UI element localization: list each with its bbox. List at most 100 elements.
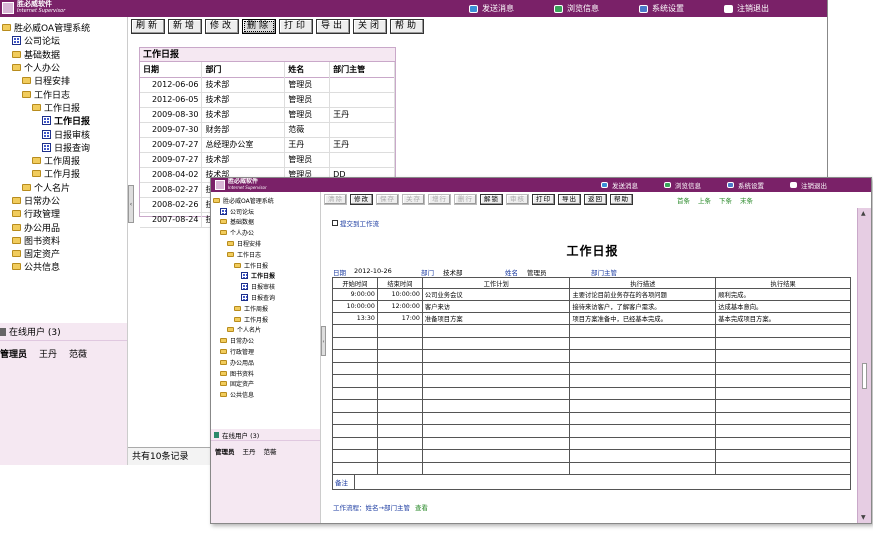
toolbar-button-2[interactable]: 修改: [205, 19, 239, 34]
toolbar-button-1[interactable]: 修改: [350, 194, 373, 205]
table-cell[interactable]: [421, 449, 571, 463]
table-cell[interactable]: 9:00:00: [332, 288, 378, 301]
table-cell[interactable]: [332, 361, 378, 375]
table-cell[interactable]: [332, 386, 378, 400]
table-cell[interactable]: 10:00:00: [332, 300, 378, 313]
nav-item[interactable]: 工作日报: [211, 260, 320, 271]
nav-item[interactable]: 公共信息: [0, 260, 127, 273]
table-row-empty[interactable]: [332, 336, 851, 350]
table-row-empty[interactable]: [332, 324, 851, 338]
table-cell[interactable]: [569, 436, 717, 450]
table-cell[interactable]: [569, 374, 717, 388]
table-cell[interactable]: [332, 399, 378, 413]
nav-item[interactable]: 日程安排: [0, 74, 127, 87]
table-cell[interactable]: [421, 411, 571, 425]
toolbar-button-6[interactable]: 解锁: [480, 194, 503, 205]
table-cell[interactable]: [332, 336, 378, 350]
nav-link-3[interactable]: 末条: [740, 195, 753, 205]
toolbar-button-8[interactable]: 打印: [532, 194, 555, 205]
table-cell[interactable]: [376, 386, 423, 400]
table-cell[interactable]: 基本完成项目方案。: [715, 312, 851, 325]
nav-item[interactable]: 日报审核: [0, 127, 127, 141]
table-cell[interactable]: [421, 361, 571, 375]
table-cell[interactable]: [376, 436, 423, 450]
table-cell[interactable]: [715, 449, 851, 463]
table-cell[interactable]: [715, 349, 851, 363]
nav-item[interactable]: 日程安排: [211, 238, 320, 249]
nav-item[interactable]: 工作周报: [211, 303, 320, 314]
table-row-empty[interactable]: [332, 449, 851, 463]
nav-item[interactable]: 办公用品: [211, 357, 320, 368]
table-cell[interactable]: [421, 374, 571, 388]
table-cell[interactable]: 12:00:00: [376, 300, 423, 313]
table-cell[interactable]: [376, 411, 423, 425]
table-cell[interactable]: [421, 336, 571, 350]
table-row-empty[interactable]: [332, 361, 851, 375]
nav-item[interactable]: 公司论坛: [0, 34, 127, 47]
nav-item[interactable]: 图书资料: [211, 368, 320, 379]
nav-item[interactable]: 工作日志: [211, 249, 320, 260]
table-cell[interactable]: 公司业务会议: [421, 288, 571, 301]
table-cell[interactable]: [332, 436, 378, 450]
top-menu-2[interactable]: 系统设置: [639, 3, 684, 14]
table-cell[interactable]: [376, 424, 423, 438]
table-cell[interactable]: [376, 449, 423, 463]
nav-tree-root[interactable]: 胜必威OA管理系统: [211, 195, 320, 206]
top-menu-3[interactable]: 注销退出: [790, 180, 827, 190]
table-cell[interactable]: [421, 386, 571, 400]
table-row[interactable]: 2009-07-27 技术部 管理员: [140, 152, 395, 167]
submit-checkbox[interactable]: [332, 220, 338, 226]
table-row[interactable]: 2012-06-05 技术部 管理员: [140, 92, 395, 107]
table-cell[interactable]: [715, 461, 851, 475]
table-cell[interactable]: 项目方案准备中，已经基本完成。: [569, 312, 717, 325]
top-menu-1[interactable]: 浏览信息: [554, 3, 599, 14]
nav-item[interactable]: 工作月报: [211, 314, 320, 325]
top-menu-0[interactable]: 发送消息: [601, 180, 638, 190]
table-cell[interactable]: [421, 349, 571, 363]
top-menu-2[interactable]: 系统设置: [727, 180, 764, 190]
table-cell[interactable]: [376, 461, 423, 475]
table-cell[interactable]: [421, 436, 571, 450]
table-cell[interactable]: 主要讨论目前业务存在的各项问题: [569, 288, 717, 301]
top-menu-1[interactable]: 浏览信息: [664, 180, 701, 190]
nav-item[interactable]: 日常办公: [0, 194, 127, 207]
table-cell[interactable]: [332, 424, 378, 438]
table-row[interactable]: 13:30 17:00 准备项目方案 项目方案准备中，已经基本完成。 基本完成项目方案。: [332, 312, 851, 325]
nav-item[interactable]: 工作周报: [0, 154, 127, 167]
table-row[interactable]: 2012-06-06 技术部 管理员: [140, 77, 395, 92]
table-cell[interactable]: [376, 361, 423, 375]
nav-item[interactable]: 基础数据: [0, 48, 127, 61]
table-cell[interactable]: [715, 411, 851, 425]
online-user[interactable]: 管理员: [0, 350, 27, 360]
table-cell[interactable]: [569, 336, 717, 350]
nav-item[interactable]: 工作月报: [0, 167, 127, 180]
table-cell[interactable]: [569, 324, 717, 338]
table-row[interactable]: 2009-07-27 总经理办公室 王丹 王丹: [140, 137, 395, 152]
table-cell[interactable]: [715, 361, 851, 375]
table-cell[interactable]: [332, 324, 378, 338]
front-scrollbar[interactable]: ▲ ▼: [857, 208, 871, 523]
top-menu-0[interactable]: 发送消息: [469, 3, 514, 14]
table-cell[interactable]: [332, 461, 378, 475]
online-user[interactable]: 王丹: [39, 350, 57, 360]
table-cell[interactable]: [569, 349, 717, 363]
table-cell[interactable]: [569, 386, 717, 400]
table-cell[interactable]: [421, 399, 571, 413]
back-collapse-handle[interactable]: ‹: [128, 185, 134, 223]
table-row-empty[interactable]: [332, 461, 851, 475]
nav-item[interactable]: 固定资产: [0, 247, 127, 260]
table-cell[interactable]: [569, 424, 717, 438]
table-cell[interactable]: [569, 449, 717, 463]
table-cell[interactable]: [569, 361, 717, 375]
table-row-empty[interactable]: [332, 374, 851, 388]
nav-link-1[interactable]: 上条: [698, 195, 711, 205]
toolbar-button-4[interactable]: 打印: [279, 19, 313, 34]
nav-item[interactable]: 行政管理: [0, 207, 127, 220]
scroll-thumb[interactable]: [862, 363, 867, 389]
table-cell[interactable]: [376, 336, 423, 350]
table-row[interactable]: 10:00:00 12:00:00 客户来访 接待来访客户，了解客户需求。 达成基本意向…: [332, 300, 851, 313]
table-cell[interactable]: [569, 411, 717, 425]
table-cell[interactable]: [332, 374, 378, 388]
table-cell[interactable]: [332, 449, 378, 463]
toolbar-button-5[interactable]: 删行: [454, 194, 477, 205]
